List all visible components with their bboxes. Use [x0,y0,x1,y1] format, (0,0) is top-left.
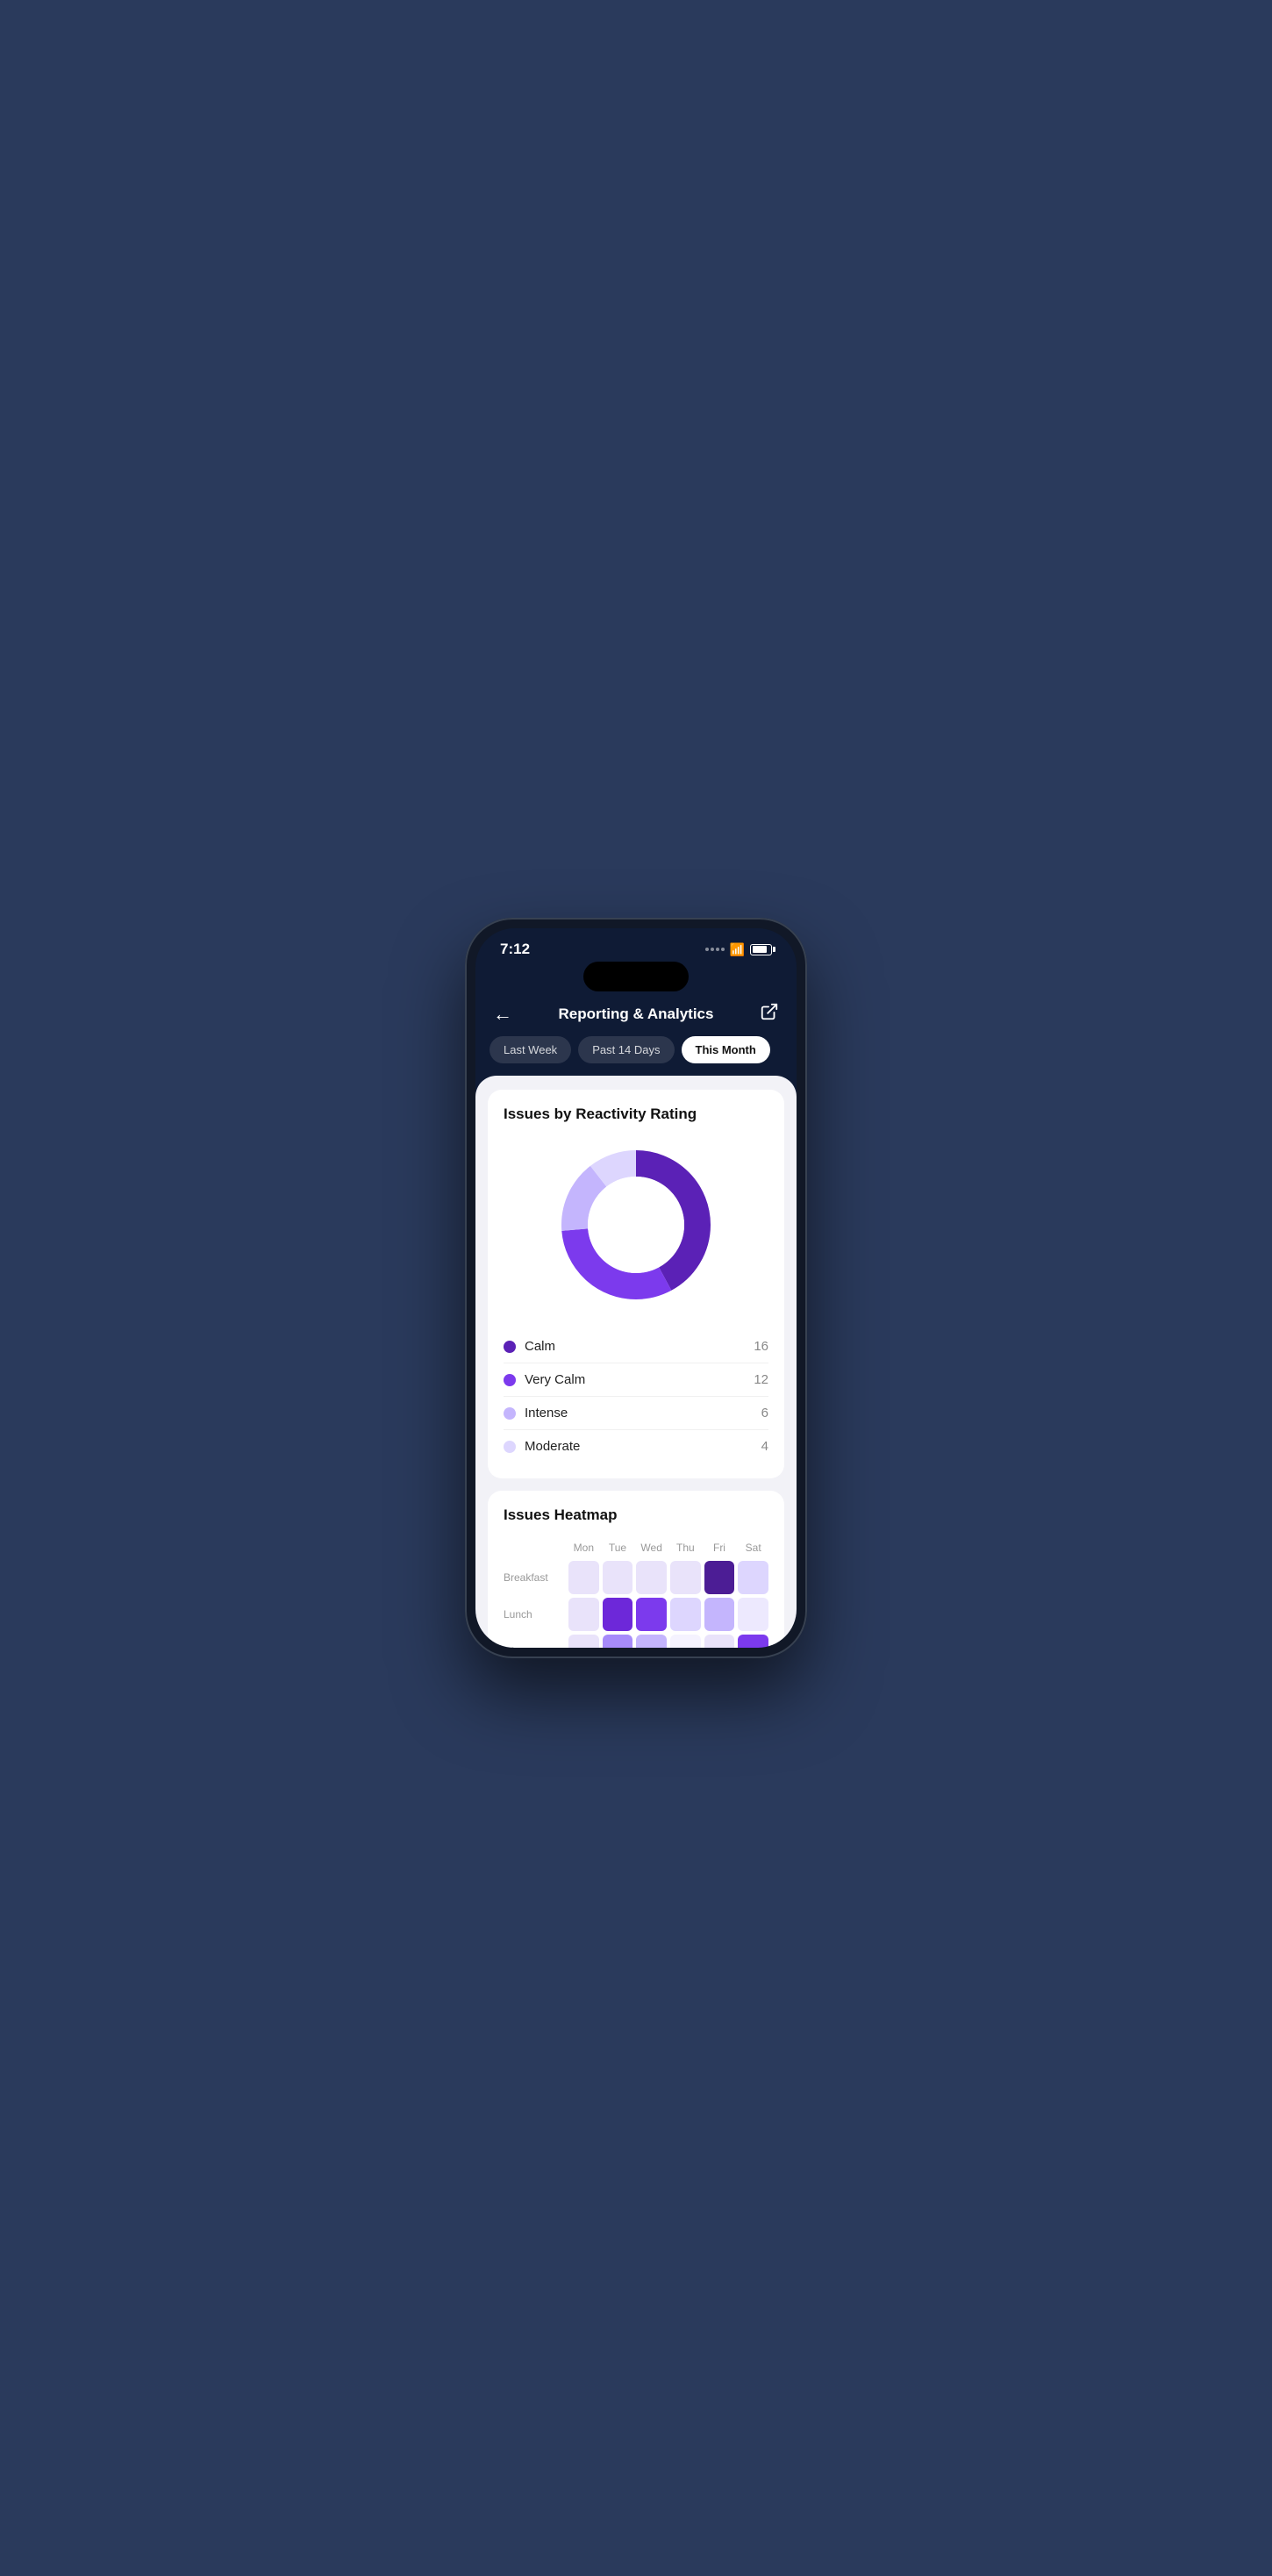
tab-last-week[interactable]: Last Week [490,1036,571,1063]
reactivity-card: Issues by Reactivity Rating [488,1090,784,1478]
tab-past-14-days[interactable]: Past 14 Days [578,1036,674,1063]
phone-screen: 7:12 📶 ← Reporting & Analytics [475,928,797,1648]
heatmap-cell [568,1598,599,1631]
status-bar: 7:12 📶 [475,928,797,962]
tab-this-month[interactable]: This Month [682,1036,770,1063]
heatmap-cell [704,1561,735,1594]
very-calm-value: 12 [754,1372,768,1387]
heatmap-cell [603,1598,633,1631]
heatmap-cell [670,1561,701,1594]
heatmap-cell [670,1635,701,1648]
heatmap-cell [636,1561,667,1594]
tab-bar: Last Week Past 14 Days This Month [475,1036,797,1076]
heatmap-cell [568,1635,599,1648]
donut-center [588,1177,684,1273]
heatmap-cell [670,1598,701,1631]
export-button[interactable] [760,1002,779,1026]
heatmap-label-afternoon: Afternoon [504,1635,565,1648]
legend-moderate: Moderate 4 [504,1430,768,1463]
heatmap-cell [603,1635,633,1648]
very-calm-dot [504,1374,516,1386]
very-calm-label: Very Calm [525,1372,585,1387]
moderate-label: Moderate [525,1439,580,1454]
heatmap-cell [568,1561,599,1594]
heatmap-cell [738,1598,768,1631]
page-title: Reporting & Analytics [559,1005,714,1023]
heatmap-day-wed: Wed [636,1538,667,1557]
reactivity-legend: Calm 16 Very Calm 12 I [504,1330,768,1463]
status-icons: 📶 [705,942,772,957]
heatmap-day-tue: Tue [603,1538,633,1557]
legend-intense: Intense 6 [504,1397,768,1430]
heatmap-title: Issues Heatmap [504,1506,768,1524]
legend-very-calm: Very Calm 12 [504,1363,768,1397]
heatmap-cell [704,1598,735,1631]
heatmap-day-mon: Mon [568,1538,599,1557]
phone-frame: 7:12 📶 ← Reporting & Analytics [465,918,807,1658]
heatmap-day-thu: Thu [670,1538,701,1557]
calm-dot [504,1341,516,1353]
heatmap-cell [738,1635,768,1648]
moderate-value: 4 [761,1439,768,1454]
heatmap-cell [636,1635,667,1648]
heatmap-cell [704,1635,735,1648]
heatmap-empty-header [504,1538,565,1557]
heatmap-day-sat: Sat [738,1538,768,1557]
app-header: ← Reporting & Analytics [475,995,797,1036]
heatmap-cell [738,1561,768,1594]
reactivity-title: Issues by Reactivity Rating [504,1106,768,1123]
heatmap-day-fri: Fri [704,1538,735,1557]
heatmap-cell [636,1598,667,1631]
legend-calm: Calm 16 [504,1330,768,1363]
heatmap-grid: Mon Tue Wed Thu Fri Sat Breakfast Lunch [504,1538,768,1648]
dynamic-island [583,962,689,991]
battery-icon [750,944,772,955]
wifi-icon: 📶 [730,942,745,957]
heatmap-cell [603,1561,633,1594]
calm-label: Calm [525,1339,555,1354]
heatmap-label-lunch: Lunch [504,1598,565,1631]
heatmap-label-breakfast: Breakfast [504,1561,565,1594]
donut-chart-container [504,1137,768,1313]
intense-value: 6 [761,1406,768,1420]
main-content: Issues by Reactivity Rating [475,1076,797,1648]
back-button[interactable]: ← [493,1003,512,1026]
status-time: 7:12 [500,941,530,958]
signal-icon [705,948,725,951]
heatmap-card: Issues Heatmap Mon Tue Wed Thu Fri Sat B… [488,1491,784,1648]
intense-dot [504,1407,516,1420]
calm-value: 16 [754,1339,768,1354]
intense-label: Intense [525,1406,568,1420]
moderate-dot [504,1441,516,1453]
donut-chart [548,1137,724,1313]
